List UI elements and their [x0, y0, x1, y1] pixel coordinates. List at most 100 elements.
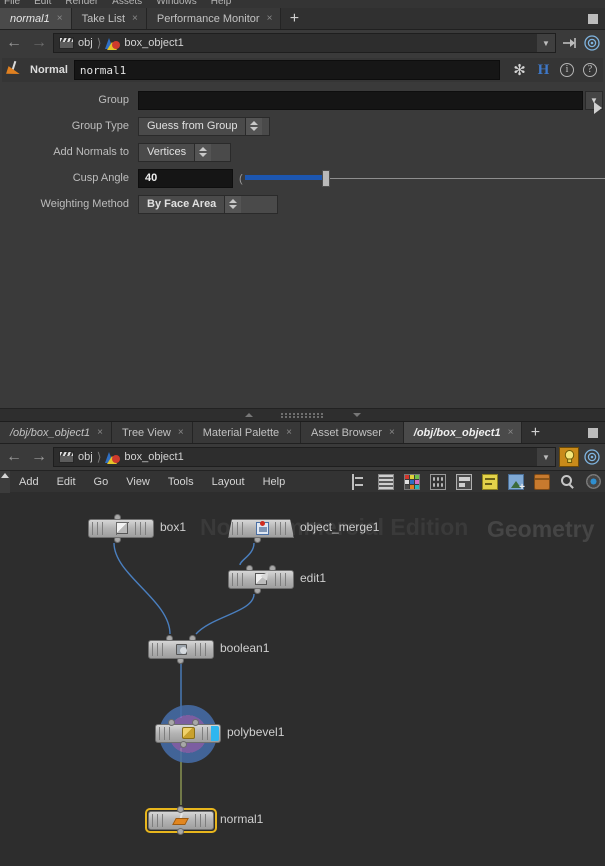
- color-palette-icon[interactable]: [404, 473, 420, 490]
- gear-icon[interactable]: ✻: [512, 63, 527, 78]
- node-body[interactable]: [155, 724, 221, 743]
- node-object-merge1[interactable]: object_merge1: [228, 519, 379, 543]
- search-icon[interactable]: [560, 474, 576, 490]
- breadcrumb-box-object1[interactable]: box_object1: [103, 37, 185, 50]
- add-image-icon[interactable]: [508, 473, 525, 493]
- path-dropdown-button[interactable]: ▼: [537, 448, 555, 466]
- menu-layout[interactable]: Layout: [203, 471, 254, 493]
- menu-add[interactable]: Add: [10, 471, 48, 493]
- group-type-menu[interactable]: Guess from Group: [138, 116, 270, 136]
- tab-material-palette[interactable]: Material Palette ×: [192, 422, 302, 443]
- tab-close-icon[interactable]: ×: [178, 427, 184, 438]
- app-menu-windows[interactable]: Windows: [156, 0, 197, 7]
- tab-close-icon[interactable]: ×: [508, 427, 514, 438]
- menu-edit[interactable]: Edit: [48, 471, 85, 493]
- tab-obj-box-object1-b[interactable]: /obj/box_object1 ×: [403, 422, 523, 443]
- app-menu-edit[interactable]: Edit: [34, 0, 51, 7]
- tab-take-list[interactable]: Take List ×: [71, 8, 147, 29]
- tab-performance-monitor[interactable]: Performance Monitor ×: [146, 8, 282, 29]
- bulb-icon[interactable]: [559, 447, 579, 467]
- cusp-angle-slider[interactable]: (: [239, 169, 605, 188]
- param-label: Add Normals to: [53, 146, 129, 158]
- panels-icon[interactable]: [456, 473, 472, 490]
- scroll-up-icon[interactable]: [0, 470, 10, 493]
- expand-panel-arrow-icon[interactable]: [594, 102, 602, 114]
- node-output-port[interactable]: [180, 741, 187, 748]
- app-menu-help[interactable]: Help: [211, 0, 232, 7]
- node-input-port[interactable]: [192, 719, 199, 726]
- tab-close-icon[interactable]: ×: [267, 13, 273, 24]
- tab-close-icon[interactable]: ×: [286, 427, 292, 438]
- app-menu-render[interactable]: Render: [65, 0, 98, 7]
- node-polybevel1[interactable]: polybevel1: [155, 705, 284, 763]
- splitter-collapse-down-icon[interactable]: [352, 413, 361, 417]
- weighting-method-menu[interactable]: By Face Area: [138, 194, 278, 214]
- target-icon[interactable]: [582, 33, 602, 53]
- node-box1[interactable]: box1: [88, 514, 186, 543]
- breadcrumb-obj[interactable]: obj: [57, 37, 95, 49]
- app-menu-file[interactable]: File: [4, 0, 20, 7]
- node-body[interactable]: [88, 519, 154, 538]
- tab-asset-browser[interactable]: Asset Browser ×: [301, 422, 404, 443]
- tab-close-icon[interactable]: ×: [389, 427, 395, 438]
- node-input-port[interactable]: [177, 806, 184, 813]
- display-flag-icon[interactable]: [211, 726, 219, 741]
- tab-close-icon[interactable]: ×: [132, 13, 138, 24]
- new-tab-button[interactable]: +: [522, 422, 549, 443]
- group-input[interactable]: [138, 90, 583, 110]
- pane-splitter[interactable]: [0, 408, 605, 422]
- back-button[interactable]: ←: [3, 446, 25, 468]
- tab-close-icon[interactable]: ×: [57, 13, 63, 24]
- box-icon[interactable]: [534, 473, 550, 490]
- tab-close-icon[interactable]: ×: [97, 427, 103, 438]
- maximize-pane-button[interactable]: [588, 427, 598, 438]
- menu-help[interactable]: Help: [254, 471, 295, 493]
- forward-button[interactable]: →: [28, 446, 50, 468]
- menu-view[interactable]: View: [117, 471, 159, 493]
- tab-obj-box-object1-a[interactable]: /obj/box_object1 ×: [0, 422, 112, 443]
- sticky-note-icon[interactable]: [482, 473, 498, 490]
- node-boolean1[interactable]: boolean1: [148, 635, 269, 664]
- operator-name-field[interactable]: normal1: [73, 60, 500, 80]
- network-toolbar: [352, 473, 605, 493]
- node-body[interactable]: [228, 519, 294, 538]
- menu-tools[interactable]: Tools: [159, 471, 203, 493]
- display-options-icon[interactable]: [586, 474, 601, 489]
- menu-go[interactable]: Go: [85, 471, 118, 493]
- path-field[interactable]: obj ⟩ box_object1 ▼: [53, 33, 556, 53]
- slider-handle[interactable]: [322, 169, 331, 187]
- node-body[interactable]: [148, 640, 214, 659]
- tab-label: Material Palette: [202, 426, 280, 439]
- node-input-port[interactable]: [168, 719, 175, 726]
- help-icon[interactable]: ?: [583, 63, 597, 77]
- new-tab-button[interactable]: +: [281, 8, 308, 29]
- back-button[interactable]: ←: [3, 32, 25, 54]
- tab-normal1[interactable]: normal1 ×: [0, 8, 72, 29]
- node-normal1[interactable]: normal1: [145, 806, 263, 835]
- path-field[interactable]: obj ⟩ box_object1 ▼: [53, 447, 556, 467]
- splitter-grip[interactable]: [280, 412, 325, 418]
- tab-tree-view[interactable]: Tree View ×: [111, 422, 193, 443]
- node-edit1[interactable]: edit1: [228, 565, 326, 594]
- info-icon[interactable]: i: [560, 63, 574, 77]
- cusp-angle-input[interactable]: 40: [138, 168, 233, 188]
- dots-grid-icon[interactable]: [430, 473, 446, 490]
- splitter-collapse-up-icon[interactable]: [244, 413, 253, 417]
- parameter-pane-tabbar: normal1 × Take List × Performance Monito…: [0, 8, 605, 30]
- breadcrumb-box-object1[interactable]: box_object1: [103, 451, 185, 464]
- tree-layout-icon[interactable]: [352, 473, 368, 490]
- path-dropdown-button[interactable]: ▼: [537, 34, 555, 52]
- normal-op-icon: [6, 60, 24, 78]
- breadcrumb-obj[interactable]: obj: [57, 451, 95, 463]
- pin-icon[interactable]: [559, 33, 579, 53]
- node-label: boolean1: [220, 641, 270, 655]
- node-body[interactable]: [228, 570, 294, 589]
- target-icon[interactable]: [582, 447, 602, 467]
- app-menu-assets[interactable]: Assets: [112, 0, 142, 7]
- forward-button[interactable]: →: [28, 32, 50, 54]
- list-layout-icon[interactable]: [378, 473, 394, 490]
- node-output-port[interactable]: [177, 828, 184, 835]
- maximize-pane-button[interactable]: [588, 13, 598, 24]
- houdini-h-icon[interactable]: H: [536, 62, 551, 78]
- add-normals-to-menu[interactable]: Vertices: [138, 142, 231, 162]
